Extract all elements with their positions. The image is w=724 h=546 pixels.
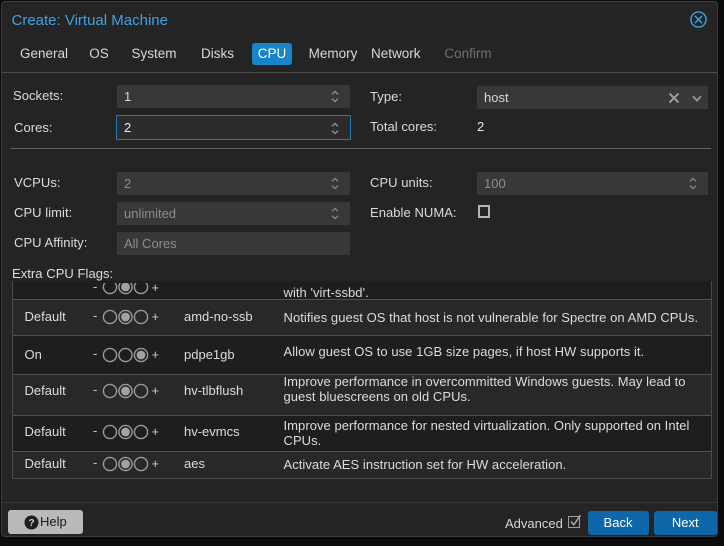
- svg-text:?: ?: [28, 518, 34, 529]
